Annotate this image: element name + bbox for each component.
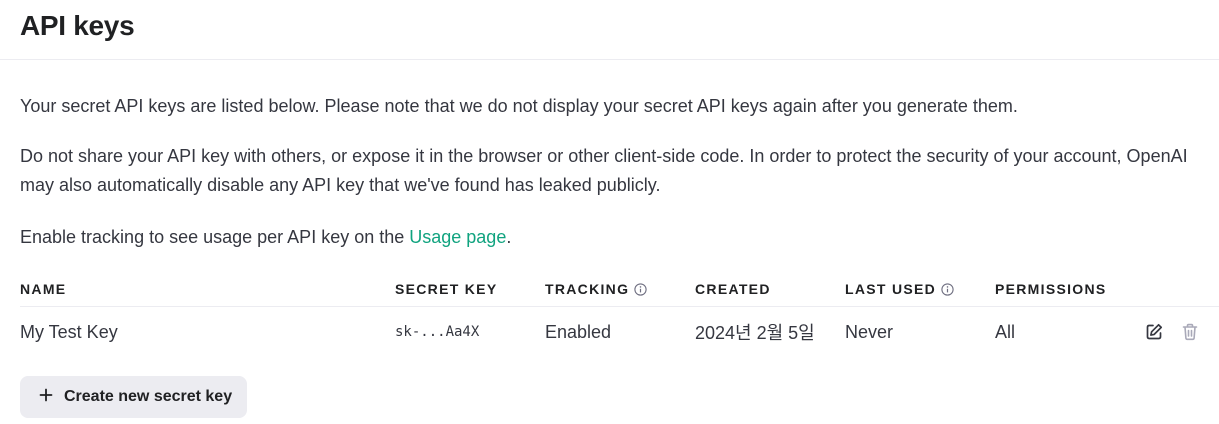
column-header-secret-key-label: SECRET KEY xyxy=(395,281,498,297)
key-secret-masked: sk-...Aa4X xyxy=(395,324,480,340)
tracking-info-icon[interactable] xyxy=(634,282,647,296)
column-header-created-label: CREATED xyxy=(695,281,771,297)
page-header: API keys xyxy=(0,0,1219,60)
key-last-used: Never xyxy=(845,321,894,342)
tracking-text-suffix: . xyxy=(506,227,512,247)
last-used-info-icon[interactable] xyxy=(941,282,954,296)
key-tracking-status: Enabled xyxy=(545,321,612,342)
table-header: NAME SECRET KEY TRACKING CREATED LAST US… xyxy=(20,272,1219,307)
key-name: My Test Key xyxy=(20,321,118,342)
column-header-name-label: NAME xyxy=(20,281,67,297)
key-created-date: 2024년 2월 5일 xyxy=(695,323,815,343)
column-header-permissions-label: PERMISSIONS xyxy=(995,281,1107,297)
column-header-secret-key: SECRET KEY xyxy=(395,281,545,297)
api-keys-table: NAME SECRET KEY TRACKING CREATED LAST US… xyxy=(20,272,1219,357)
column-header-name: NAME xyxy=(20,281,395,297)
table-row: My Test Key sk-...Aa4X Enabled 2024년 2월 … xyxy=(20,307,1219,357)
intro-paragraph-tracking: Enable tracking to see usage per API key… xyxy=(20,223,1200,252)
column-header-tracking: TRACKING xyxy=(545,281,695,297)
plus-icon xyxy=(38,387,54,408)
column-header-created: CREATED xyxy=(695,281,845,297)
column-header-last-used-label: LAST USED xyxy=(845,281,937,297)
intro-paragraph-security: Do not share your API key with others, o… xyxy=(20,146,1188,195)
key-permissions: All xyxy=(995,321,1016,342)
column-header-last-used: LAST USED xyxy=(845,281,995,297)
edit-icon[interactable] xyxy=(1144,322,1164,342)
page-title: API keys xyxy=(20,10,135,41)
usage-page-link[interactable]: Usage page xyxy=(409,227,506,247)
trash-icon[interactable] xyxy=(1180,322,1200,342)
column-header-tracking-label: TRACKING xyxy=(545,281,630,297)
column-header-permissions: PERMISSIONS xyxy=(995,281,1145,297)
row-actions xyxy=(1144,322,1200,342)
create-new-secret-key-button[interactable]: Create new secret key xyxy=(20,376,248,418)
tracking-text-prefix: Enable tracking to see usage per API key… xyxy=(20,227,410,247)
intro-paragraph-secret-keys: Your secret API keys are listed below. P… xyxy=(20,96,1018,116)
create-button-label: Create new secret key xyxy=(64,388,233,405)
